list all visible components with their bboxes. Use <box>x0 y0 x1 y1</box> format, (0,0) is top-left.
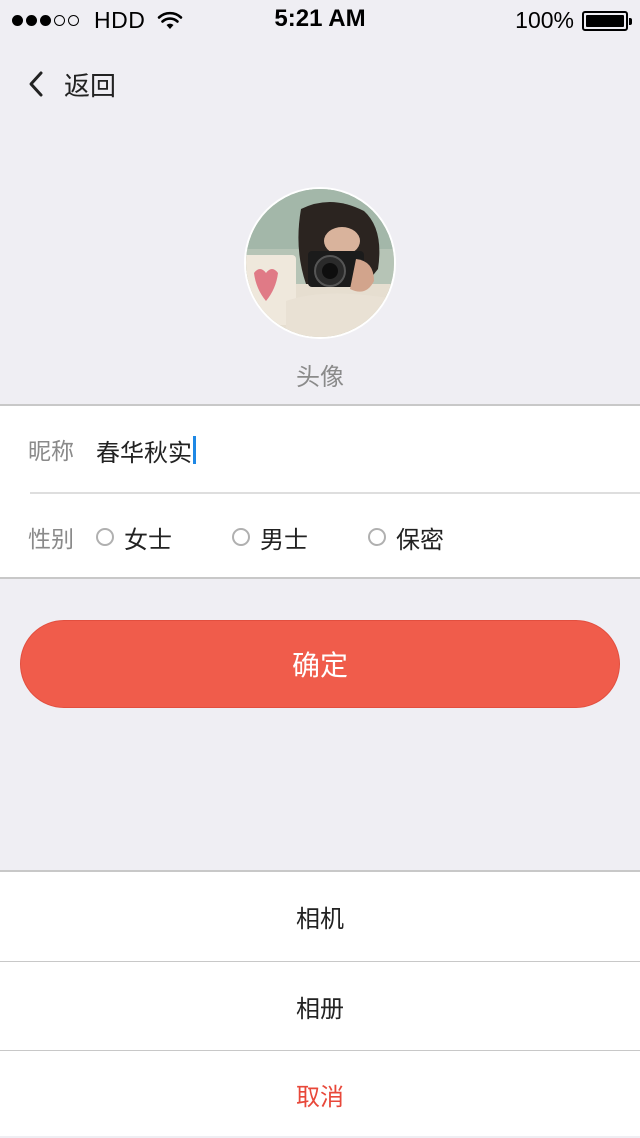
nickname-label: 昵称 <box>28 439 74 465</box>
chevron-left-icon <box>29 71 43 97</box>
battery-icon <box>582 10 632 31</box>
gender-option-label: 保密 <box>396 525 444 554</box>
avatar <box>246 189 394 337</box>
nickname-input[interactable]: 春华秋实 <box>96 430 596 470</box>
battery-percent: 100% <box>515 7 574 33</box>
avatar-button[interactable] <box>244 187 396 339</box>
gender-row: 性别 女士 男士 保密 <box>0 494 640 580</box>
back-label: 返回 <box>64 71 117 102</box>
gender-label: 性别 <box>28 527 74 553</box>
status-bar: HDD 5:21 AM 100% <box>0 0 640 40</box>
profile-form: 昵称 春华秋实 性别 女士 男士 保密 <box>0 404 640 579</box>
radio-circle-icon <box>232 528 250 546</box>
battery-fill <box>586 14 624 27</box>
gender-option-label: 男士 <box>260 525 308 554</box>
action-album[interactable]: 相册 <box>0 962 640 1050</box>
text-caret <box>193 436 196 464</box>
radio-circle-icon <box>368 528 386 546</box>
confirm-button[interactable]: 确定 <box>20 620 620 708</box>
action-sheet: 相机 相册 取消 <box>0 870 640 1136</box>
action-cancel[interactable]: 取消 <box>0 1050 640 1138</box>
gender-option-male[interactable]: 男士 <box>232 520 308 555</box>
nickname-value: 春华秋实 <box>96 438 192 467</box>
avatar-label: 头像 <box>296 363 344 391</box>
action-camera[interactable]: 相机 <box>0 872 640 960</box>
gender-option-private[interactable]: 保密 <box>368 520 444 555</box>
status-right: 100% <box>515 7 632 34</box>
back-button[interactable]: 返回 <box>26 62 116 106</box>
avatar-photo <box>246 189 394 337</box>
nickname-row: 昵称 春华秋实 <box>0 406 640 492</box>
gender-option-female[interactable]: 女士 <box>96 520 172 555</box>
gender-option-label: 女士 <box>124 525 172 554</box>
radio-circle-icon <box>96 528 114 546</box>
